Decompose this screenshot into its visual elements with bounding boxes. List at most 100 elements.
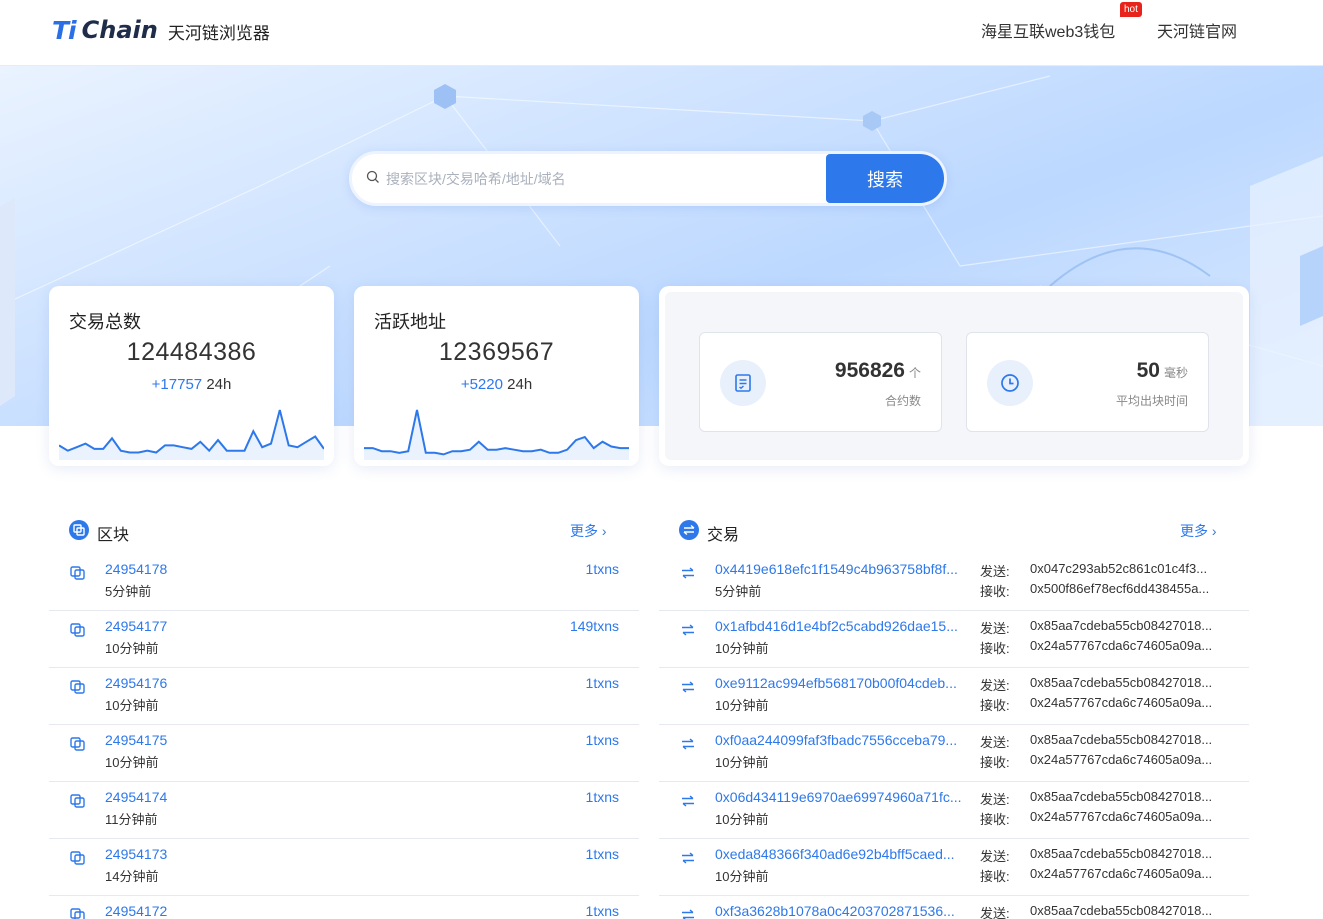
- tx-hash-link[interactable]: 0x1afbd416d1e4bf2c5cabd926dae15...: [715, 618, 965, 634]
- swap-icon: [679, 906, 697, 919]
- block-icon: [69, 621, 87, 644]
- tx-from-label: 发送:: [980, 564, 1010, 579]
- tx-from-address[interactable]: 0x85aa7cdeba55cb08427018...: [1030, 732, 1230, 747]
- chain-metrics-panel: 956826 个 合约数 50 毫秒 平均出块时间: [665, 292, 1243, 460]
- nav-official-link[interactable]: 天河链官网: [1157, 18, 1237, 42]
- block-icon: [69, 678, 87, 701]
- tx-row: 0xf3a3628b1078a0c4203702871536... 发送: 0x85…: [659, 896, 1249, 919]
- block-time-number: 50: [1136, 359, 1160, 382]
- block-number-link[interactable]: 24954177: [105, 618, 167, 634]
- block-age: 10分钟前: [105, 641, 159, 656]
- tx-from-address[interactable]: 0x85aa7cdeba55cb08427018...: [1030, 789, 1230, 804]
- blocks-section-icon: [69, 520, 89, 540]
- top-header: Ti Chain 天河链浏览器 海星互联web3钱包 hot 天河链官网: [0, 0, 1323, 66]
- block-number-link[interactable]: 24954174: [105, 789, 167, 805]
- search-button[interactable]: 搜索: [826, 154, 944, 203]
- tx-from-label: 发送:: [980, 906, 1010, 919]
- block-row: 24954174 11分钟前 1txns: [49, 782, 639, 839]
- block-row: 24954173 14分钟前 1txns: [49, 839, 639, 896]
- tx-more-label: 更多: [1180, 523, 1208, 539]
- block-age: 10分钟前: [105, 698, 159, 713]
- tx-age: 10分钟前: [715, 869, 769, 884]
- tx-age: 10分钟前: [715, 755, 769, 770]
- nav-wallet-link[interactable]: 海星互联web3钱包: [981, 18, 1115, 42]
- block-number-link[interactable]: 24954175: [105, 732, 167, 748]
- tx-hash-link[interactable]: 0x06d434119e6970ae69974960a71fc...: [715, 789, 965, 805]
- active-addr-delta-value: +5220: [460, 376, 503, 393]
- tx-from-label: 发送:: [980, 621, 1010, 636]
- tx-total-delta-value: +17757: [151, 376, 203, 393]
- contracts-value: 956826 个: [835, 359, 921, 383]
- blocks-more-link[interactable]: 更多 ›: [570, 521, 607, 541]
- block-row: 24954172 1txns: [49, 896, 639, 919]
- tx-total-delta: +17757 24h: [49, 376, 334, 393]
- search-icon: [366, 170, 379, 183]
- swap-icon: [679, 621, 697, 644]
- block-txns-link[interactable]: 1txns: [586, 732, 619, 748]
- swap-icon: [679, 849, 697, 872]
- tx-section-title: 交易: [707, 527, 740, 544]
- tx-row: 0x1afbd416d1e4bf2c5cabd926dae15... 10分钟前 发…: [659, 611, 1249, 668]
- hot-badge: hot: [1120, 2, 1142, 17]
- tx-from-address[interactable]: 0x85aa7cdeba55cb08427018...: [1030, 675, 1230, 690]
- tx-to-address[interactable]: 0x24a57767cda6c74605a09a...: [1030, 695, 1230, 710]
- tx-to-label: 接收:: [980, 698, 1010, 713]
- block-age: 14分钟前: [105, 869, 159, 884]
- block-txns-link[interactable]: 1txns: [586, 846, 619, 862]
- tx-to-address[interactable]: 0x24a57767cda6c74605a09a...: [1030, 638, 1230, 653]
- contracts-label: 合约数: [884, 394, 921, 408]
- search-input[interactable]: [386, 166, 816, 192]
- tx-age: 10分钟前: [715, 812, 769, 827]
- tx-to-address[interactable]: 0x24a57767cda6c74605a09a...: [1030, 752, 1230, 767]
- tx-section-icon: [679, 520, 699, 540]
- tx-to-label: 接收:: [980, 584, 1010, 599]
- block-txns-link[interactable]: 1txns: [586, 903, 619, 919]
- block-icon: [69, 849, 87, 872]
- tx-hash-link[interactable]: 0xf3a3628b1078a0c4203702871536...: [715, 903, 965, 919]
- swap-icon: [679, 678, 697, 701]
- tx-hash-link[interactable]: 0xf0aa244099faf3fbadc7556cceba79...: [715, 732, 965, 748]
- tx-total-value: 124484386: [126, 338, 257, 366]
- block-txns-link[interactable]: 149txns: [570, 618, 619, 634]
- tx-to-address[interactable]: 0x500f86ef78ecf6dd438455a...: [1030, 581, 1230, 596]
- swap-icon: [679, 792, 697, 815]
- blocks-section-header: 区块 更多 ›: [69, 518, 619, 544]
- block-number-link[interactable]: 24954173: [105, 846, 167, 862]
- block-number-link[interactable]: 24954176: [105, 675, 167, 691]
- tx-from-address[interactable]: 0x047c293ab52c861c01c4f3...: [1030, 561, 1230, 576]
- tx-hash-link[interactable]: 0x4419e618efc1f1549c4b963758bf8f...: [715, 561, 965, 577]
- tx-hash-link[interactable]: 0xeda848366f340ad6e92b4bff5caed...: [715, 846, 965, 862]
- tx-to-label: 接收:: [980, 755, 1010, 770]
- tx-total-sparkline-area: [59, 410, 324, 460]
- tx-row: 0xf0aa244099faf3fbadc7556cceba79... 10分钟前…: [659, 725, 1249, 782]
- block-age: 5分钟前: [105, 584, 152, 599]
- tx-from-address[interactable]: 0x85aa7cdeba55cb08427018...: [1030, 903, 1230, 918]
- block-row: 24954177 10分钟前 149txns: [49, 611, 639, 668]
- tx-age: 10分钟前: [715, 641, 769, 656]
- contracts-number: 956826: [834, 359, 905, 382]
- tx-row: 0x4419e618efc1f1549c4b963758bf8f... 5分钟前 发…: [659, 554, 1249, 611]
- block-txns-link[interactable]: 1txns: [586, 789, 619, 805]
- block-number-link[interactable]: 24954172: [105, 903, 167, 919]
- block-txns-link[interactable]: 1txns: [586, 561, 619, 577]
- tx-to-label: 接收:: [980, 812, 1010, 827]
- block-number-link[interactable]: 24954178: [105, 561, 167, 577]
- tx-more-link[interactable]: 更多 ›: [1180, 521, 1217, 541]
- block-txns-link[interactable]: 1txns: [586, 675, 619, 691]
- block-time-value: 50 毫秒: [1137, 359, 1188, 383]
- tx-to-address[interactable]: 0x24a57767cda6c74605a09a...: [1030, 809, 1230, 824]
- tx-from-address[interactable]: 0x85aa7cdeba55cb08427018...: [1030, 618, 1230, 633]
- active-addr-delta: +5220 24h: [354, 376, 639, 393]
- chevron-right-icon: ›: [601, 523, 607, 539]
- block-time-unit: 毫秒: [1163, 366, 1188, 380]
- tx-total-sparkline: [59, 409, 324, 460]
- logo-ti: Ti: [52, 15, 77, 45]
- clock-icon: [987, 360, 1033, 406]
- block-icon: [69, 564, 87, 587]
- tx-from-address[interactable]: 0x85aa7cdeba55cb08427018...: [1030, 846, 1230, 861]
- tx-row: 0xe9112ac994efb568170b00f04cdeb... 10分钟前 发…: [659, 668, 1249, 725]
- tx-hash-link[interactable]: 0xe9112ac994efb568170b00f04cdeb...: [715, 675, 965, 691]
- logo[interactable]: Ti Chain 天河链浏览器: [52, 14, 270, 46]
- chain-metrics-card: 956826 个 合约数 50 毫秒 平均出块时间: [659, 286, 1249, 466]
- tx-to-address[interactable]: 0x24a57767cda6c74605a09a...: [1030, 866, 1230, 881]
